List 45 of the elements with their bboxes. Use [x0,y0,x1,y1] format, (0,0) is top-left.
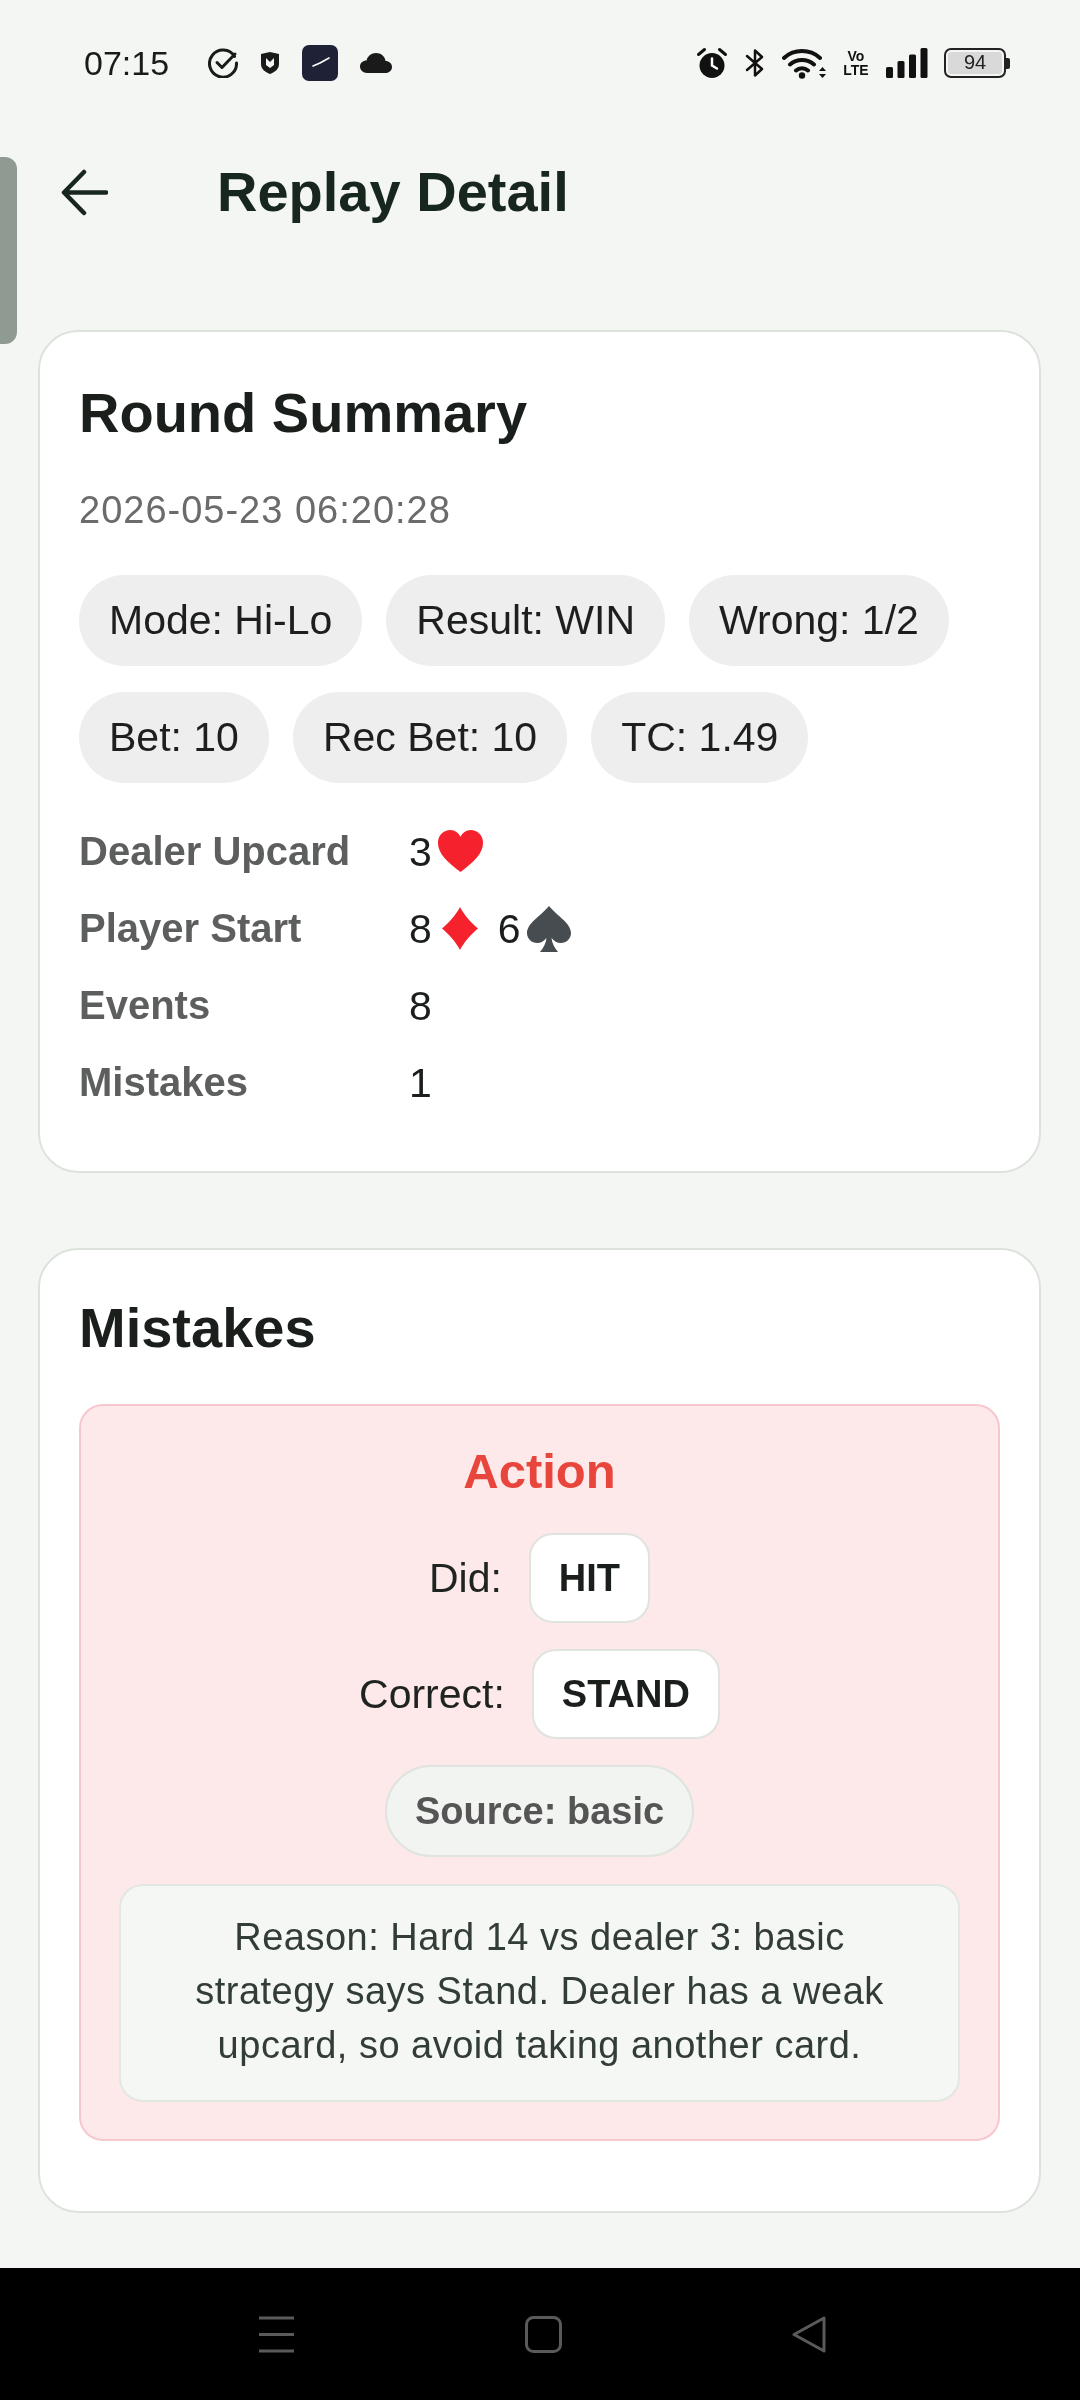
info-chip: Bet: 10 [79,692,269,783]
info-chip: Wrong: 1/2 [689,575,949,666]
shield-icon [260,52,281,74]
action-chip: STAND [531,1649,720,1739]
info-chip: Rec Bet: 10 [292,692,568,783]
source-chip: Source: basic [384,1765,695,1857]
clock-app-icon [302,45,339,81]
info-chip: Mode: Hi-Lo [79,575,363,666]
mistake-type: Action [462,1443,617,1500]
info-chip: TC: 1.49 [591,692,809,783]
correct-label: Correct: [359,1670,505,1718]
card-rank: 3 [409,827,432,876]
wifi-icon [782,47,826,79]
reason-note: Reason: Hard 14 vs dealer 3: basic strategy says Stand. Dealer has a weak upcard, so avoid taking another card. [119,1884,960,2102]
alarm-icon [696,47,728,79]
info-chip: Result: WIN [386,575,666,666]
card-title: Mistakes [79,1295,317,1361]
screen-title: Replay Detail [217,159,569,225]
row-label: Events [79,983,212,1028]
bluetooth-icon [744,47,766,79]
diamond-icon [441,907,478,950]
back-button[interactable] [61,168,108,216]
row-value: 8 [409,981,433,1030]
row-label: Mistakes [79,1060,249,1105]
spade-icon [526,905,571,952]
volte-label: Vo LTE [842,49,870,77]
status-time: 07:15 [84,43,170,83]
action-chip: HIT [528,1533,651,1623]
did-label: Did: [428,1554,502,1602]
heart-icon [436,830,484,873]
menu-icon[interactable] [258,2315,295,2353]
check-circle-icon [208,48,239,78]
card-title: Round Summary [79,380,529,446]
card-rank: 6 [497,904,521,953]
row-label: Player Start [79,906,303,951]
signal-icon [886,48,928,78]
back-icon[interactable] [792,2315,826,2353]
row-label: Dealer Upcard [79,829,352,874]
row-value: 1 [409,1058,433,1107]
cloud-icon [360,53,393,73]
back-arrow-icon [61,168,108,216]
edge-panel-handle[interactable] [0,157,17,344]
timestamp: 2026-05-23 06:20:28 [79,488,452,532]
card-rank: 8 [409,904,432,953]
home-icon[interactable] [525,2315,562,2353]
